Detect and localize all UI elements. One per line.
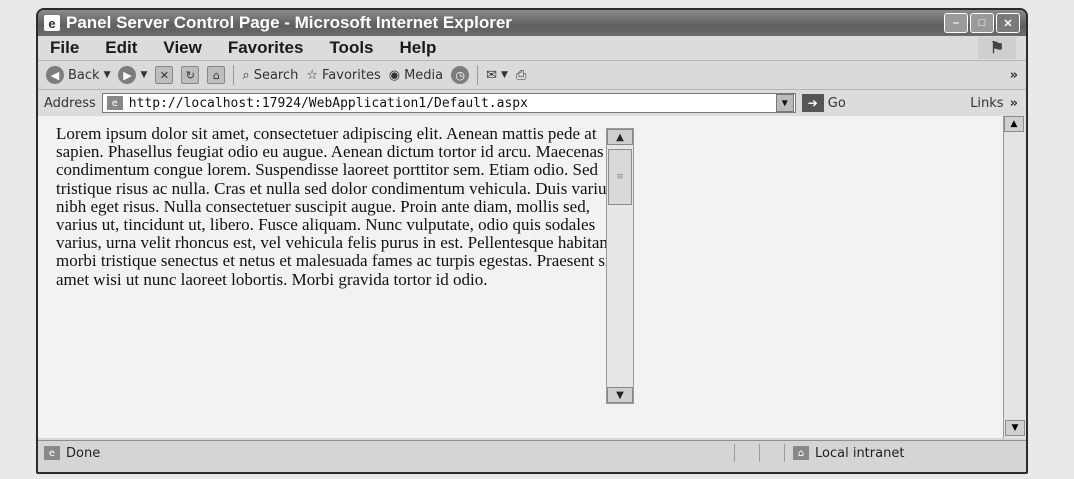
history-icon[interactable]: ◷: [451, 66, 470, 84]
status-text-area: e Done: [38, 446, 734, 461]
print-icon[interactable]: ⎙: [516, 68, 526, 83]
back-button[interactable]: ◀ Back ▼: [46, 66, 110, 84]
zone-label: Local intranet: [815, 445, 905, 461]
menu-file[interactable]: File: [50, 38, 79, 58]
go-button[interactable]: ➔ Go: [801, 94, 846, 112]
window-scroll-down-icon[interactable]: ▼: [1005, 420, 1025, 436]
toolbar-separator: [477, 65, 479, 85]
mail-dropdown-icon: ▼: [501, 70, 508, 80]
forward-button[interactable]: ▶ ▼: [118, 66, 147, 84]
favorites-label: Favorites: [322, 67, 381, 83]
windows-flag-icon: ⚑: [978, 37, 1016, 59]
panel-text: Lorem ipsum dolor sit amet, consectetuer…: [56, 124, 615, 289]
menu-favorites[interactable]: Favorites: [228, 38, 304, 58]
status-cell: [759, 444, 784, 462]
mail-icon: ✉: [486, 67, 498, 83]
refresh-icon[interactable]: ↻: [181, 66, 200, 84]
address-label: Address: [44, 95, 96, 111]
forward-dropdown-icon[interactable]: ▼: [140, 70, 147, 80]
ie-page-icon: e: [44, 15, 60, 31]
favorites-star-icon: ☆: [306, 67, 319, 83]
scroll-up-icon[interactable]: ▲: [607, 129, 633, 145]
intranet-icon: ⌂: [793, 446, 809, 460]
close-button[interactable]: ✕: [996, 13, 1020, 33]
scroll-down-icon[interactable]: ▼: [607, 387, 633, 403]
go-arrow-icon: ➔: [801, 94, 824, 112]
window-scrollbar[interactable]: ▲ ▼: [1003, 116, 1026, 438]
window-scroll-up-icon[interactable]: ▲: [1004, 116, 1024, 132]
page-done-icon: e: [44, 446, 60, 460]
scrollable-panel[interactable]: Lorem ipsum dolor sit amet, consectetuer…: [56, 122, 616, 412]
panel-scrollbar[interactable]: ▲ ≡ ▼: [606, 128, 634, 404]
title-bar: e Panel Server Control Page - Microsoft …: [38, 10, 1026, 36]
status-bar: e Done ⌂ Local intranet: [38, 440, 1026, 465]
menu-tools[interactable]: Tools: [329, 38, 373, 58]
stop-icon[interactable]: ✕: [155, 66, 174, 84]
toolbar-overflow-icon[interactable]: »: [1010, 68, 1018, 83]
search-icon: ⌕: [242, 67, 250, 83]
go-label: Go: [827, 95, 846, 111]
links-label[interactable]: Links: [970, 96, 1003, 111]
back-label: Back: [68, 67, 100, 83]
search-label: Search: [253, 67, 299, 83]
window-controls: – □ ✕: [944, 13, 1020, 33]
toolbar-separator: [233, 65, 235, 85]
back-dropdown-icon[interactable]: ▼: [104, 70, 111, 80]
mail-button[interactable]: ✉ ▼: [486, 68, 508, 83]
menu-view[interactable]: View: [163, 38, 201, 58]
status-text: Done: [66, 445, 101, 461]
menu-bar: File Edit View Favorites Tools Help ⚑: [38, 36, 1026, 61]
maximize-button[interactable]: □: [970, 13, 994, 33]
browser-window: e Panel Server Control Page - Microsoft …: [36, 8, 1028, 474]
address-input[interactable]: e http://localhost:17924/WebApplication1…: [101, 93, 796, 113]
media-label: Media: [404, 67, 444, 83]
menu-help[interactable]: Help: [400, 38, 437, 58]
links-overflow-icon[interactable]: »: [1010, 96, 1018, 111]
menu-edit[interactable]: Edit: [105, 38, 137, 58]
scroll-thumb[interactable]: ≡: [608, 149, 632, 205]
window-title: Panel Server Control Page - Microsoft In…: [66, 13, 512, 32]
home-icon[interactable]: ⌂: [207, 66, 226, 84]
address-dropdown-icon[interactable]: ▼: [775, 94, 794, 112]
status-cell: [734, 444, 759, 462]
media-button[interactable]: ◉ Media: [389, 68, 443, 83]
toolbar: ◀ Back ▼ ▶ ▼ ✕ ↻ ⌂ ⌕ Search ☆ Favorites …: [38, 61, 1026, 90]
media-icon: ◉: [388, 67, 401, 83]
favorites-button[interactable]: ☆ Favorites: [306, 68, 380, 83]
page-content: Lorem ipsum dolor sit amet, consectetuer…: [38, 116, 1026, 438]
back-arrow-icon: ◀: [46, 66, 64, 84]
address-bar: Address e http://localhost:17924/WebAppl…: [38, 90, 1026, 118]
security-zone: ⌂ Local intranet: [784, 444, 1013, 462]
forward-arrow-icon: ▶: [118, 66, 137, 84]
minimize-button[interactable]: –: [944, 13, 968, 33]
search-button[interactable]: ⌕ Search: [242, 68, 298, 83]
address-url: http://localhost:17924/WebApplication1/D…: [128, 95, 528, 111]
page-icon: e: [106, 96, 123, 110]
